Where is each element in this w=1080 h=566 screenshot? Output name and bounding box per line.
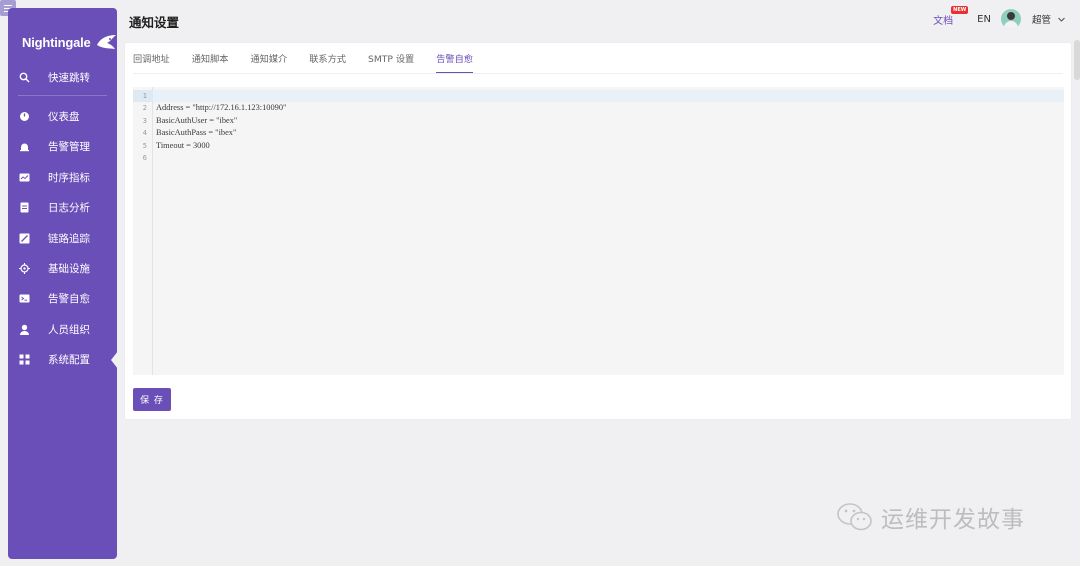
save-button[interactable]: 保 存 [133, 388, 171, 411]
tab-notify-script[interactable]: 通知脚本 [192, 54, 229, 74]
grid-icon [19, 354, 30, 365]
sidebar: Nightingale 快速跳转 仪表盘 告警管理 时序指标 日志分析 链路追踪… [8, 8, 117, 559]
watermark-text: 运维开发故事 [881, 507, 1025, 533]
alarm-bell-icon [19, 141, 30, 152]
user-icon [19, 324, 30, 335]
line-number: 5 [142, 141, 147, 150]
sidebar-item-system-config[interactable]: 系统配置 [8, 345, 117, 375]
tab-alert-self-healing[interactable]: 告警自愈 [436, 54, 473, 74]
username[interactable]: 超管 [1032, 12, 1051, 26]
sidebar-item-label: 快速跳转 [48, 71, 90, 84]
infrastructure-icon [19, 263, 30, 275]
code-editor[interactable]: 1 2 3 4 5 6 Address = "http://172.16.1.1… [133, 87, 1064, 375]
brand[interactable]: Nightingale [22, 30, 117, 54]
log-icon [19, 202, 30, 213]
sidebar-item-label: 告警管理 [48, 141, 90, 154]
sidebar-item-tracing[interactable]: 链路追踪 [8, 223, 117, 253]
sidebar-item-infrastructure[interactable]: 基础设施 [8, 253, 117, 283]
line-number: 1 [142, 92, 147, 100]
code-line: Address = "http://172.16.1.123:10090" [156, 103, 287, 113]
top-bar: 通知设置 文档 NEW EN 超管 [117, 0, 1080, 40]
chevron-down-icon[interactable] [1057, 15, 1066, 24]
sidebar-item-label: 告警自愈 [48, 293, 90, 306]
wechat-icon [837, 503, 872, 531]
sidebar-item-dashboard[interactable]: 仪表盘 [8, 101, 117, 131]
watermark: 运维开发故事 [835, 500, 1025, 534]
settings-tabs: 回调地址 通知脚本 通知媒介 联系方式 SMTP 设置 告警自愈 [133, 54, 495, 74]
tab-notify-channels[interactable]: 通知媒介 [251, 54, 288, 74]
nightingale-bird-icon [96, 35, 116, 49]
sidebar-item-metrics[interactable]: 时序指标 [8, 162, 117, 192]
docs-link-label: 文档 [933, 15, 954, 27]
avatar[interactable] [1000, 9, 1021, 29]
header-actions: 文档 NEW EN 超管 [933, 5, 1066, 30]
code-line: Timeout = 3000 [156, 140, 210, 150]
trace-icon [19, 233, 30, 244]
search-icon [19, 72, 30, 83]
sidebar-item-label: 系统配置 [48, 354, 90, 367]
sidebar-item-label: 链路追踪 [48, 232, 90, 245]
sidebar-item-self-healing[interactable]: 告警自愈 [8, 284, 117, 314]
line-number: 4 [142, 129, 147, 138]
language-switch[interactable]: EN [977, 14, 991, 25]
page-scrollbar[interactable] [1074, 40, 1080, 80]
terminal-icon [19, 293, 30, 304]
tab-callback-url[interactable]: 回调地址 [133, 54, 170, 74]
active-line-highlight [133, 90, 1064, 103]
code-line: BasicAuthUser = "ibex" [156, 115, 238, 125]
line-number: 6 [142, 154, 147, 162]
page-title: 通知设置 [129, 15, 180, 30]
sidebar-item-log-analysis[interactable]: 日志分析 [8, 193, 117, 223]
sidebar-item-quick-jump[interactable]: 快速跳转 [8, 62, 117, 92]
dashboard-icon [19, 111, 30, 122]
line-number: 2 [142, 104, 147, 113]
line-number: 3 [142, 116, 147, 125]
chart-icon [19, 172, 30, 183]
sidebar-item-label: 仪表盘 [48, 111, 80, 124]
sidebar-item-alert-management[interactable]: 告警管理 [8, 132, 117, 162]
docs-link[interactable]: 文档 NEW [933, 5, 969, 27]
new-badge: NEW [951, 5, 969, 14]
settings-card: 回调地址 通知脚本 通知媒介 联系方式 SMTP 设置 告警自愈 1 2 3 4… [125, 43, 1071, 419]
sidebar-menu: 快速跳转 仪表盘 告警管理 时序指标 日志分析 链路追踪 基础设施 告警自愈 人… [8, 62, 117, 375]
sidebar-item-label: 日志分析 [48, 202, 90, 215]
sidebar-item-label: 时序指标 [48, 171, 90, 184]
brand-name: Nightingale [22, 34, 91, 50]
tab-smtp-settings[interactable]: SMTP 设置 [368, 54, 414, 74]
tab-contacts[interactable]: 联系方式 [309, 54, 346, 74]
sidebar-item-label: 人员组织 [48, 323, 90, 336]
sidebar-item-label: 基础设施 [48, 263, 90, 276]
code-line: BasicAuthPass = "ibex" [156, 128, 237, 138]
tabs-divider [133, 73, 1063, 74]
sidebar-item-personnel[interactable]: 人员组织 [8, 314, 117, 344]
